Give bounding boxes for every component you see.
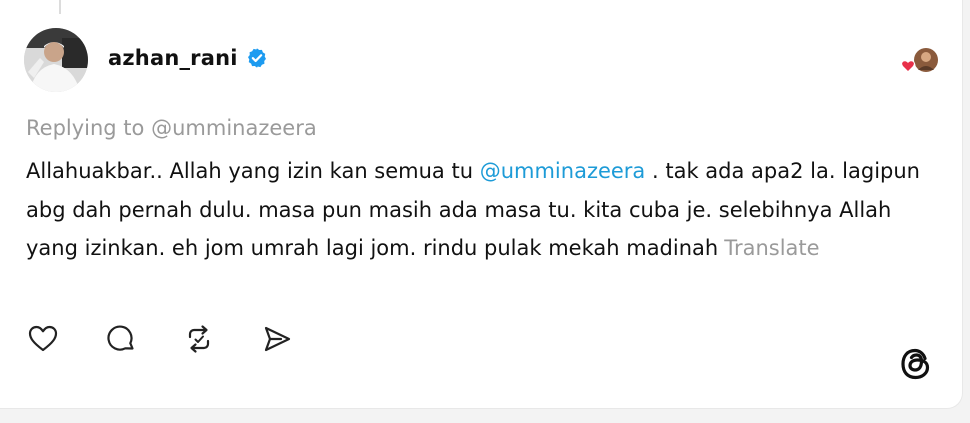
reply-button[interactable] bbox=[104, 322, 138, 356]
verified-badge-icon bbox=[246, 47, 268, 69]
like-button[interactable] bbox=[26, 322, 60, 356]
repost-icon bbox=[188, 325, 210, 353]
send-icon bbox=[264, 326, 291, 352]
avatar[interactable] bbox=[24, 28, 88, 92]
translate-link[interactable]: Translate bbox=[724, 236, 819, 260]
share-button[interactable] bbox=[260, 322, 294, 356]
replying-to-line: Replying to @umminazeera bbox=[26, 116, 317, 140]
post-text-start: Allahuakbar.. Allah yang izin kan semua … bbox=[26, 159, 480, 183]
repost-button[interactable] bbox=[182, 322, 216, 356]
action-bar bbox=[26, 322, 338, 356]
mention-link[interactable]: @umminazeera bbox=[480, 159, 646, 183]
author-row: azhan_rani bbox=[108, 46, 268, 70]
replying-to-handle[interactable]: @umminazeera bbox=[151, 116, 317, 140]
thread-connector-line bbox=[59, 0, 61, 14]
post-card: azhan_rani Replying to @umminazeera Alla… bbox=[0, 0, 963, 409]
comment-bubble-icon bbox=[107, 325, 134, 351]
author-username[interactable]: azhan_rani bbox=[108, 46, 238, 70]
threads-logo-icon[interactable] bbox=[896, 344, 936, 384]
heart-icon bbox=[28, 325, 58, 352]
liked-by-avatars[interactable] bbox=[898, 46, 940, 78]
replying-to-label: Replying to bbox=[26, 116, 145, 140]
post-body: Allahuakbar.. Allah yang izin kan semua … bbox=[26, 152, 936, 268]
